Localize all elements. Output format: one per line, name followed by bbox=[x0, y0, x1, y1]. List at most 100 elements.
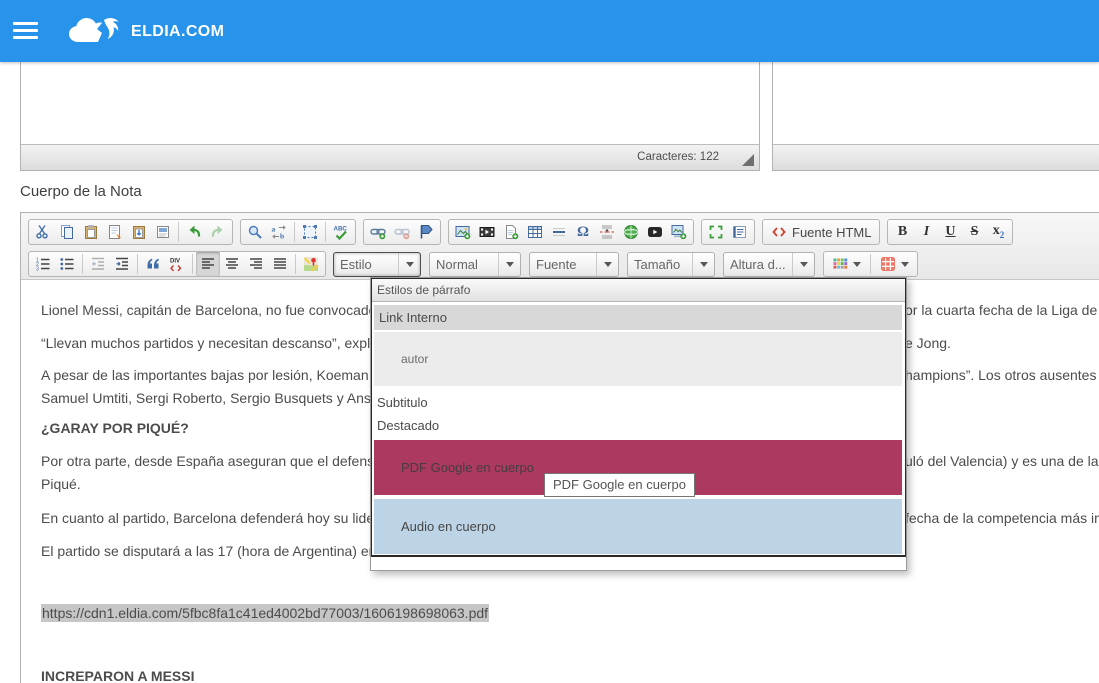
cut-button[interactable] bbox=[31, 220, 55, 244]
maximize-button[interactable] bbox=[704, 220, 728, 244]
dropdown-title: Estilos de párrafo bbox=[372, 279, 905, 302]
media-button[interactable] bbox=[475, 220, 499, 244]
secondary-editor-content[interactable] bbox=[773, 62, 1099, 145]
google-maps-icon bbox=[303, 256, 319, 272]
eldia-cloud-logo-icon bbox=[64, 10, 126, 59]
svg-text:b: b bbox=[280, 232, 284, 241]
title-editor-content[interactable] bbox=[21, 62, 759, 145]
italic-icon: I bbox=[924, 225, 929, 239]
resize-grip-icon[interactable] bbox=[742, 154, 754, 166]
chevron-down-icon bbox=[596, 253, 612, 276]
text-fragment-left: Piqué. bbox=[41, 476, 81, 492]
iframe-button[interactable] bbox=[619, 220, 643, 244]
image-icon bbox=[455, 224, 471, 240]
show-blocks-icon bbox=[732, 224, 748, 240]
numbered-list-button[interactable]: 123 bbox=[31, 252, 55, 276]
copy-button[interactable] bbox=[55, 220, 79, 244]
hamburger-menu-icon[interactable] bbox=[13, 22, 38, 41]
show-blocks-button[interactable] bbox=[728, 220, 752, 244]
maximize-icon bbox=[708, 224, 724, 240]
page-plus-button[interactable] bbox=[499, 220, 523, 244]
combo-label: Altura d... bbox=[730, 257, 786, 272]
paste-text-button[interactable] bbox=[103, 220, 127, 244]
outdent-button bbox=[86, 252, 110, 276]
combo-normal[interactable]: Normal bbox=[429, 252, 521, 277]
undo-button[interactable] bbox=[182, 220, 206, 244]
text-fragment-right: hampions”. Los otros ausentes s bbox=[905, 367, 1099, 383]
title-editor-statusbar: Caracteres: 122 bbox=[21, 144, 759, 170]
div-container-button[interactable]: DIV bbox=[165, 252, 189, 276]
image-gallery-button[interactable] bbox=[667, 220, 691, 244]
toolbar-separator bbox=[295, 254, 296, 274]
combo-altura-d[interactable]: Altura d... bbox=[723, 252, 815, 277]
strikethrough-icon: S bbox=[971, 225, 979, 239]
youtube-button[interactable] bbox=[643, 220, 667, 244]
page-break-button[interactable] bbox=[595, 220, 619, 244]
image-gallery-icon bbox=[671, 224, 687, 240]
underline-button[interactable]: U bbox=[938, 220, 962, 244]
table-button[interactable] bbox=[523, 220, 547, 244]
select-all-button[interactable] bbox=[298, 220, 322, 244]
style-option-audio-en-cuerpo[interactable]: Audio en cuerpo bbox=[374, 499, 902, 554]
templates-button[interactable] bbox=[151, 220, 175, 244]
align-left-button[interactable] bbox=[196, 252, 220, 276]
text-color-icon bbox=[832, 256, 848, 272]
replace-button[interactable]: ab bbox=[267, 220, 291, 244]
style-option-autor[interactable]: autor bbox=[374, 332, 902, 386]
combo-estilo[interactable]: Estilo bbox=[333, 252, 421, 277]
text-fragment-left: El partido se disputará a las 17 (hora d… bbox=[41, 543, 388, 559]
source-label: Fuente HTML bbox=[792, 225, 871, 240]
paragraph-styles-dropdown: Estilos de párrafo Link Internoautor Subt… bbox=[370, 277, 907, 571]
google-maps-button[interactable] bbox=[299, 252, 323, 276]
find-button[interactable] bbox=[243, 220, 267, 244]
text-fragment-left: Samuel Umtiti, Sergi Roberto, Sergio Bus… bbox=[41, 390, 391, 406]
indent-button[interactable] bbox=[110, 252, 134, 276]
style-option-subtitulo[interactable]: Subtitulo bbox=[372, 391, 905, 414]
underline-icon: U bbox=[945, 225, 955, 239]
chevron-down-icon bbox=[498, 253, 514, 276]
character-count: Caracteres: 122 bbox=[637, 151, 719, 163]
chevron-down-icon bbox=[901, 262, 909, 267]
text-fragment-left: INCREPARON A MESSI bbox=[41, 668, 195, 683]
style-options-list: Link Internoautor SubtituloDestacado PDF G… bbox=[372, 302, 905, 554]
paste-button[interactable] bbox=[79, 220, 103, 244]
horizontal-rule-button[interactable] bbox=[547, 220, 571, 244]
bullet-list-button[interactable] bbox=[55, 252, 79, 276]
toolbar-group: Ω bbox=[448, 219, 694, 245]
toolbar-separator bbox=[870, 254, 871, 274]
text-color-button[interactable] bbox=[826, 252, 867, 276]
templates-icon bbox=[155, 224, 171, 240]
secondary-editor-statusbar bbox=[773, 144, 1099, 170]
combo-fuente[interactable]: Fuente bbox=[529, 252, 619, 277]
spellcheck-icon: ABC bbox=[333, 224, 349, 240]
paste-word-button[interactable] bbox=[127, 220, 151, 244]
iframe-icon bbox=[623, 224, 639, 240]
find-icon bbox=[247, 224, 263, 240]
background-color-button[interactable] bbox=[874, 252, 915, 276]
app-title: ELDIA.COM bbox=[131, 23, 224, 41]
style-option-link-interno[interactable]: Link Interno bbox=[374, 305, 902, 330]
link-button[interactable] bbox=[366, 220, 390, 244]
anchor-icon bbox=[418, 224, 434, 240]
image-button[interactable] bbox=[451, 220, 475, 244]
bold-button[interactable]: B bbox=[890, 220, 914, 244]
align-justify-button[interactable] bbox=[268, 252, 292, 276]
anchor-button[interactable] bbox=[414, 220, 438, 244]
tooltip: PDF Google en cuerpo bbox=[544, 473, 695, 497]
source-button[interactable]: Fuente HTML bbox=[765, 220, 877, 244]
text-fragment-left: “Llevan muchos partidos y necesitan desc… bbox=[41, 335, 388, 351]
subscript-button[interactable]: x2 bbox=[986, 220, 1010, 244]
blockquote-button[interactable] bbox=[141, 252, 165, 276]
align-right-button[interactable] bbox=[244, 252, 268, 276]
style-option-destacado[interactable]: Destacado bbox=[372, 414, 905, 437]
special-char-button[interactable]: Ω bbox=[571, 220, 595, 244]
italic-button[interactable]: I bbox=[914, 220, 938, 244]
strikethrough-button[interactable]: S bbox=[962, 220, 986, 244]
align-center-button[interactable] bbox=[220, 252, 244, 276]
redo-button bbox=[206, 220, 230, 244]
toolbar-separator bbox=[82, 254, 83, 274]
spellcheck-button[interactable]: ABC bbox=[329, 220, 353, 244]
paste-word-icon bbox=[131, 224, 147, 240]
toolbar-group bbox=[28, 219, 233, 245]
combo-tama-o[interactable]: Tamaño bbox=[627, 252, 715, 277]
